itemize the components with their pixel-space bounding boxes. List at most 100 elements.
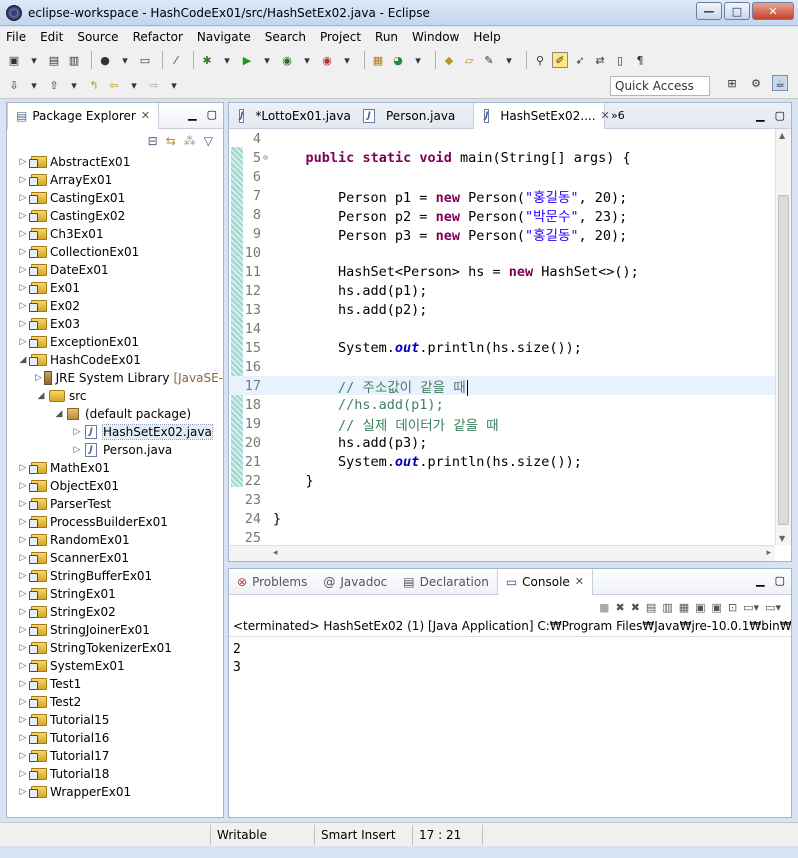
close-icon[interactable]: ✕ bbox=[601, 109, 610, 122]
collapsed-arrow-icon[interactable]: ▷ bbox=[17, 643, 29, 653]
collapsed-arrow-icon[interactable]: ▷ bbox=[17, 337, 29, 347]
code-line[interactable]: 4 bbox=[229, 129, 775, 148]
collapsed-arrow-icon[interactable]: ▷ bbox=[17, 751, 29, 761]
dropdown-icon[interactable]: ▾ bbox=[126, 78, 142, 94]
more-tabs-button[interactable]: »6 bbox=[611, 109, 625, 122]
project-item[interactable]: ▷ CollectionEx01 bbox=[7, 243, 223, 261]
vertical-scrollbar[interactable]: ▲ ▼ bbox=[775, 129, 791, 545]
collapsed-arrow-icon[interactable]: ▷ bbox=[17, 679, 29, 689]
open-folder-icon[interactable]: ▱ bbox=[461, 52, 477, 68]
code-line[interactable]: 16 bbox=[229, 357, 775, 376]
project-item[interactable]: ▷ Tutorial16 bbox=[7, 729, 223, 747]
minimize-view-icon[interactable]: ▁ bbox=[188, 108, 196, 121]
project-item[interactable]: ▷ StringEx02 bbox=[7, 603, 223, 621]
open-console-icon[interactable]: ▭▾ bbox=[765, 601, 781, 614]
package-item[interactable]: ◢ (default package) bbox=[7, 405, 223, 423]
collapsed-arrow-icon[interactable]: ▷ bbox=[71, 445, 83, 455]
menu-project[interactable]: Project bbox=[320, 30, 361, 44]
project-item[interactable]: ▷ Tutorial15 bbox=[7, 711, 223, 729]
code-line[interactable]: 6 bbox=[229, 167, 775, 186]
collapsed-arrow-icon[interactable]: ▷ bbox=[17, 571, 29, 581]
tab-declaration[interactable]: ▤ Declaration bbox=[395, 569, 497, 595]
collapsed-arrow-icon[interactable]: ▷ bbox=[17, 319, 29, 329]
project-item[interactable]: ▷ StringJoinerEx01 bbox=[7, 621, 223, 639]
scroll-thumb[interactable] bbox=[778, 195, 789, 525]
expanded-arrow-icon[interactable]: ◢ bbox=[35, 391, 47, 401]
collapsed-arrow-icon[interactable]: ▷ bbox=[17, 661, 29, 671]
dropdown-icon[interactable]: ▾ bbox=[26, 78, 42, 94]
project-item[interactable]: ▷ WrapperEx01 bbox=[7, 783, 223, 801]
skip-breakpoints-icon[interactable]: ⁄ bbox=[168, 52, 184, 68]
code-line[interactable]: 8 Person p2 = new Person("박문수", 23); bbox=[229, 205, 775, 225]
show-on-stderr-icon[interactable]: ▣ bbox=[712, 601, 722, 614]
horizontal-scrollbar[interactable]: ◂ ▸ bbox=[229, 545, 775, 561]
library-item[interactable]: ▷ JRE System Library [JavaSE- bbox=[7, 369, 223, 387]
collapsed-arrow-icon[interactable]: ▷ bbox=[17, 715, 29, 725]
code-line[interactable]: 15 System.out.println(hs.size()); bbox=[229, 338, 775, 357]
tab-person[interactable]: J Person.java bbox=[353, 103, 473, 129]
block-selection-icon[interactable]: ➶ bbox=[572, 52, 588, 68]
project-item[interactable]: ▷ StringBufferEx01 bbox=[7, 567, 223, 585]
collapsed-arrow-icon[interactable]: ▷ bbox=[17, 769, 29, 779]
project-item[interactable]: ◢ HashCodeEx01 bbox=[7, 351, 223, 369]
previous-annotation-icon[interactable]: ⇧ bbox=[46, 78, 62, 94]
open-perspective-icon[interactable]: ⊞ bbox=[724, 75, 740, 91]
console-output[interactable]: 23 bbox=[229, 637, 791, 677]
mark-occurrences-icon[interactable]: ✐ bbox=[552, 52, 568, 68]
word-wrap-icon[interactable]: ▦ bbox=[679, 601, 689, 614]
search-icon[interactable]: ✎ bbox=[481, 52, 497, 68]
collapsed-arrow-icon[interactable]: ▷ bbox=[35, 373, 42, 383]
collapsed-arrow-icon[interactable]: ▷ bbox=[17, 499, 29, 509]
close-icon[interactable]: ✕ bbox=[575, 575, 584, 588]
new-class-icon[interactable]: ◕ bbox=[390, 52, 406, 68]
menu-run[interactable]: Run bbox=[375, 30, 398, 44]
dropdown-icon[interactable]: ▾ bbox=[501, 52, 517, 68]
project-item[interactable]: ▷ ArrayEx01 bbox=[7, 171, 223, 189]
collapsed-arrow-icon[interactable]: ▷ bbox=[17, 607, 29, 617]
dropdown-icon[interactable]: ▾ bbox=[26, 52, 42, 68]
dropdown-icon[interactable]: ▾ bbox=[66, 78, 82, 94]
focus-icon[interactable]: ⁂ bbox=[184, 134, 196, 148]
code-line[interactable]: 18 //hs.add(p1); bbox=[229, 395, 775, 414]
collapsed-arrow-icon[interactable]: ▷ bbox=[17, 193, 29, 203]
dropdown-icon[interactable]: ▾ bbox=[117, 52, 133, 68]
profile-icon[interactable]: ● bbox=[97, 52, 113, 68]
project-item[interactable]: ▷ Tutorial17 bbox=[7, 747, 223, 765]
code-line[interactable]: 21 System.out.println(hs.size()); bbox=[229, 452, 775, 471]
java-ee-perspective-icon[interactable]: ⚙ bbox=[748, 75, 764, 91]
link-with-editor-icon[interactable]: ⇆ bbox=[166, 134, 176, 148]
coverage-icon[interactable]: ◉ bbox=[279, 52, 295, 68]
menu-navigate[interactable]: Navigate bbox=[197, 30, 251, 44]
code-line[interactable]: 5 ⊖ public static void main(String[] args… bbox=[229, 148, 775, 167]
project-item[interactable]: ▷ SystemEx01 bbox=[7, 657, 223, 675]
code-line[interactable]: 12 hs.add(p1); bbox=[229, 281, 775, 300]
collapsed-arrow-icon[interactable]: ▷ bbox=[17, 481, 29, 491]
code-line[interactable]: 20 hs.add(p3); bbox=[229, 433, 775, 452]
remove-launch-icon[interactable]: ✖ bbox=[615, 601, 624, 614]
code-line[interactable]: 23 bbox=[229, 490, 775, 509]
collapsed-arrow-icon[interactable]: ▷ bbox=[17, 589, 29, 599]
project-item[interactable]: ▷ CastingEx01 bbox=[7, 189, 223, 207]
code-line[interactable]: 13 hs.add(p2); bbox=[229, 300, 775, 319]
last-edit-location-icon[interactable]: ↰ bbox=[86, 78, 102, 94]
show-whitespace-icon[interactable]: ▯ bbox=[612, 52, 628, 68]
code-line[interactable]: 17 // 주소값이 같을 때 bbox=[229, 376, 775, 396]
collapsed-arrow-icon[interactable]: ▷ bbox=[17, 157, 29, 167]
debug-icon[interactable]: ✱ bbox=[199, 52, 215, 68]
project-item[interactable]: ▷ ScannerEx01 bbox=[7, 549, 223, 567]
menu-window[interactable]: Window bbox=[412, 30, 459, 44]
tab-problems[interactable]: ⊗ Problems bbox=[229, 569, 315, 595]
collapsed-arrow-icon[interactable]: ▷ bbox=[17, 625, 29, 635]
close-icon[interactable]: ✕ bbox=[141, 109, 150, 122]
menu-edit[interactable]: Edit bbox=[40, 30, 63, 44]
expanded-arrow-icon[interactable]: ◢ bbox=[53, 409, 65, 419]
menu-help[interactable]: Help bbox=[473, 30, 500, 44]
collapsed-arrow-icon[interactable]: ▷ bbox=[17, 697, 29, 707]
project-item[interactable]: ▷ Ex03 bbox=[7, 315, 223, 333]
collapsed-arrow-icon[interactable]: ▷ bbox=[71, 427, 83, 437]
dropdown-icon[interactable]: ▾ bbox=[259, 52, 275, 68]
next-annotation-icon[interactable]: ⇩ bbox=[6, 78, 22, 94]
tab-console[interactable]: ▭ Console ✕ bbox=[496, 568, 594, 595]
clear-console-icon[interactable]: ▤ bbox=[646, 601, 656, 614]
code-line[interactable]: 9 Person p3 = new Person("홍길동", 20); bbox=[229, 224, 775, 244]
